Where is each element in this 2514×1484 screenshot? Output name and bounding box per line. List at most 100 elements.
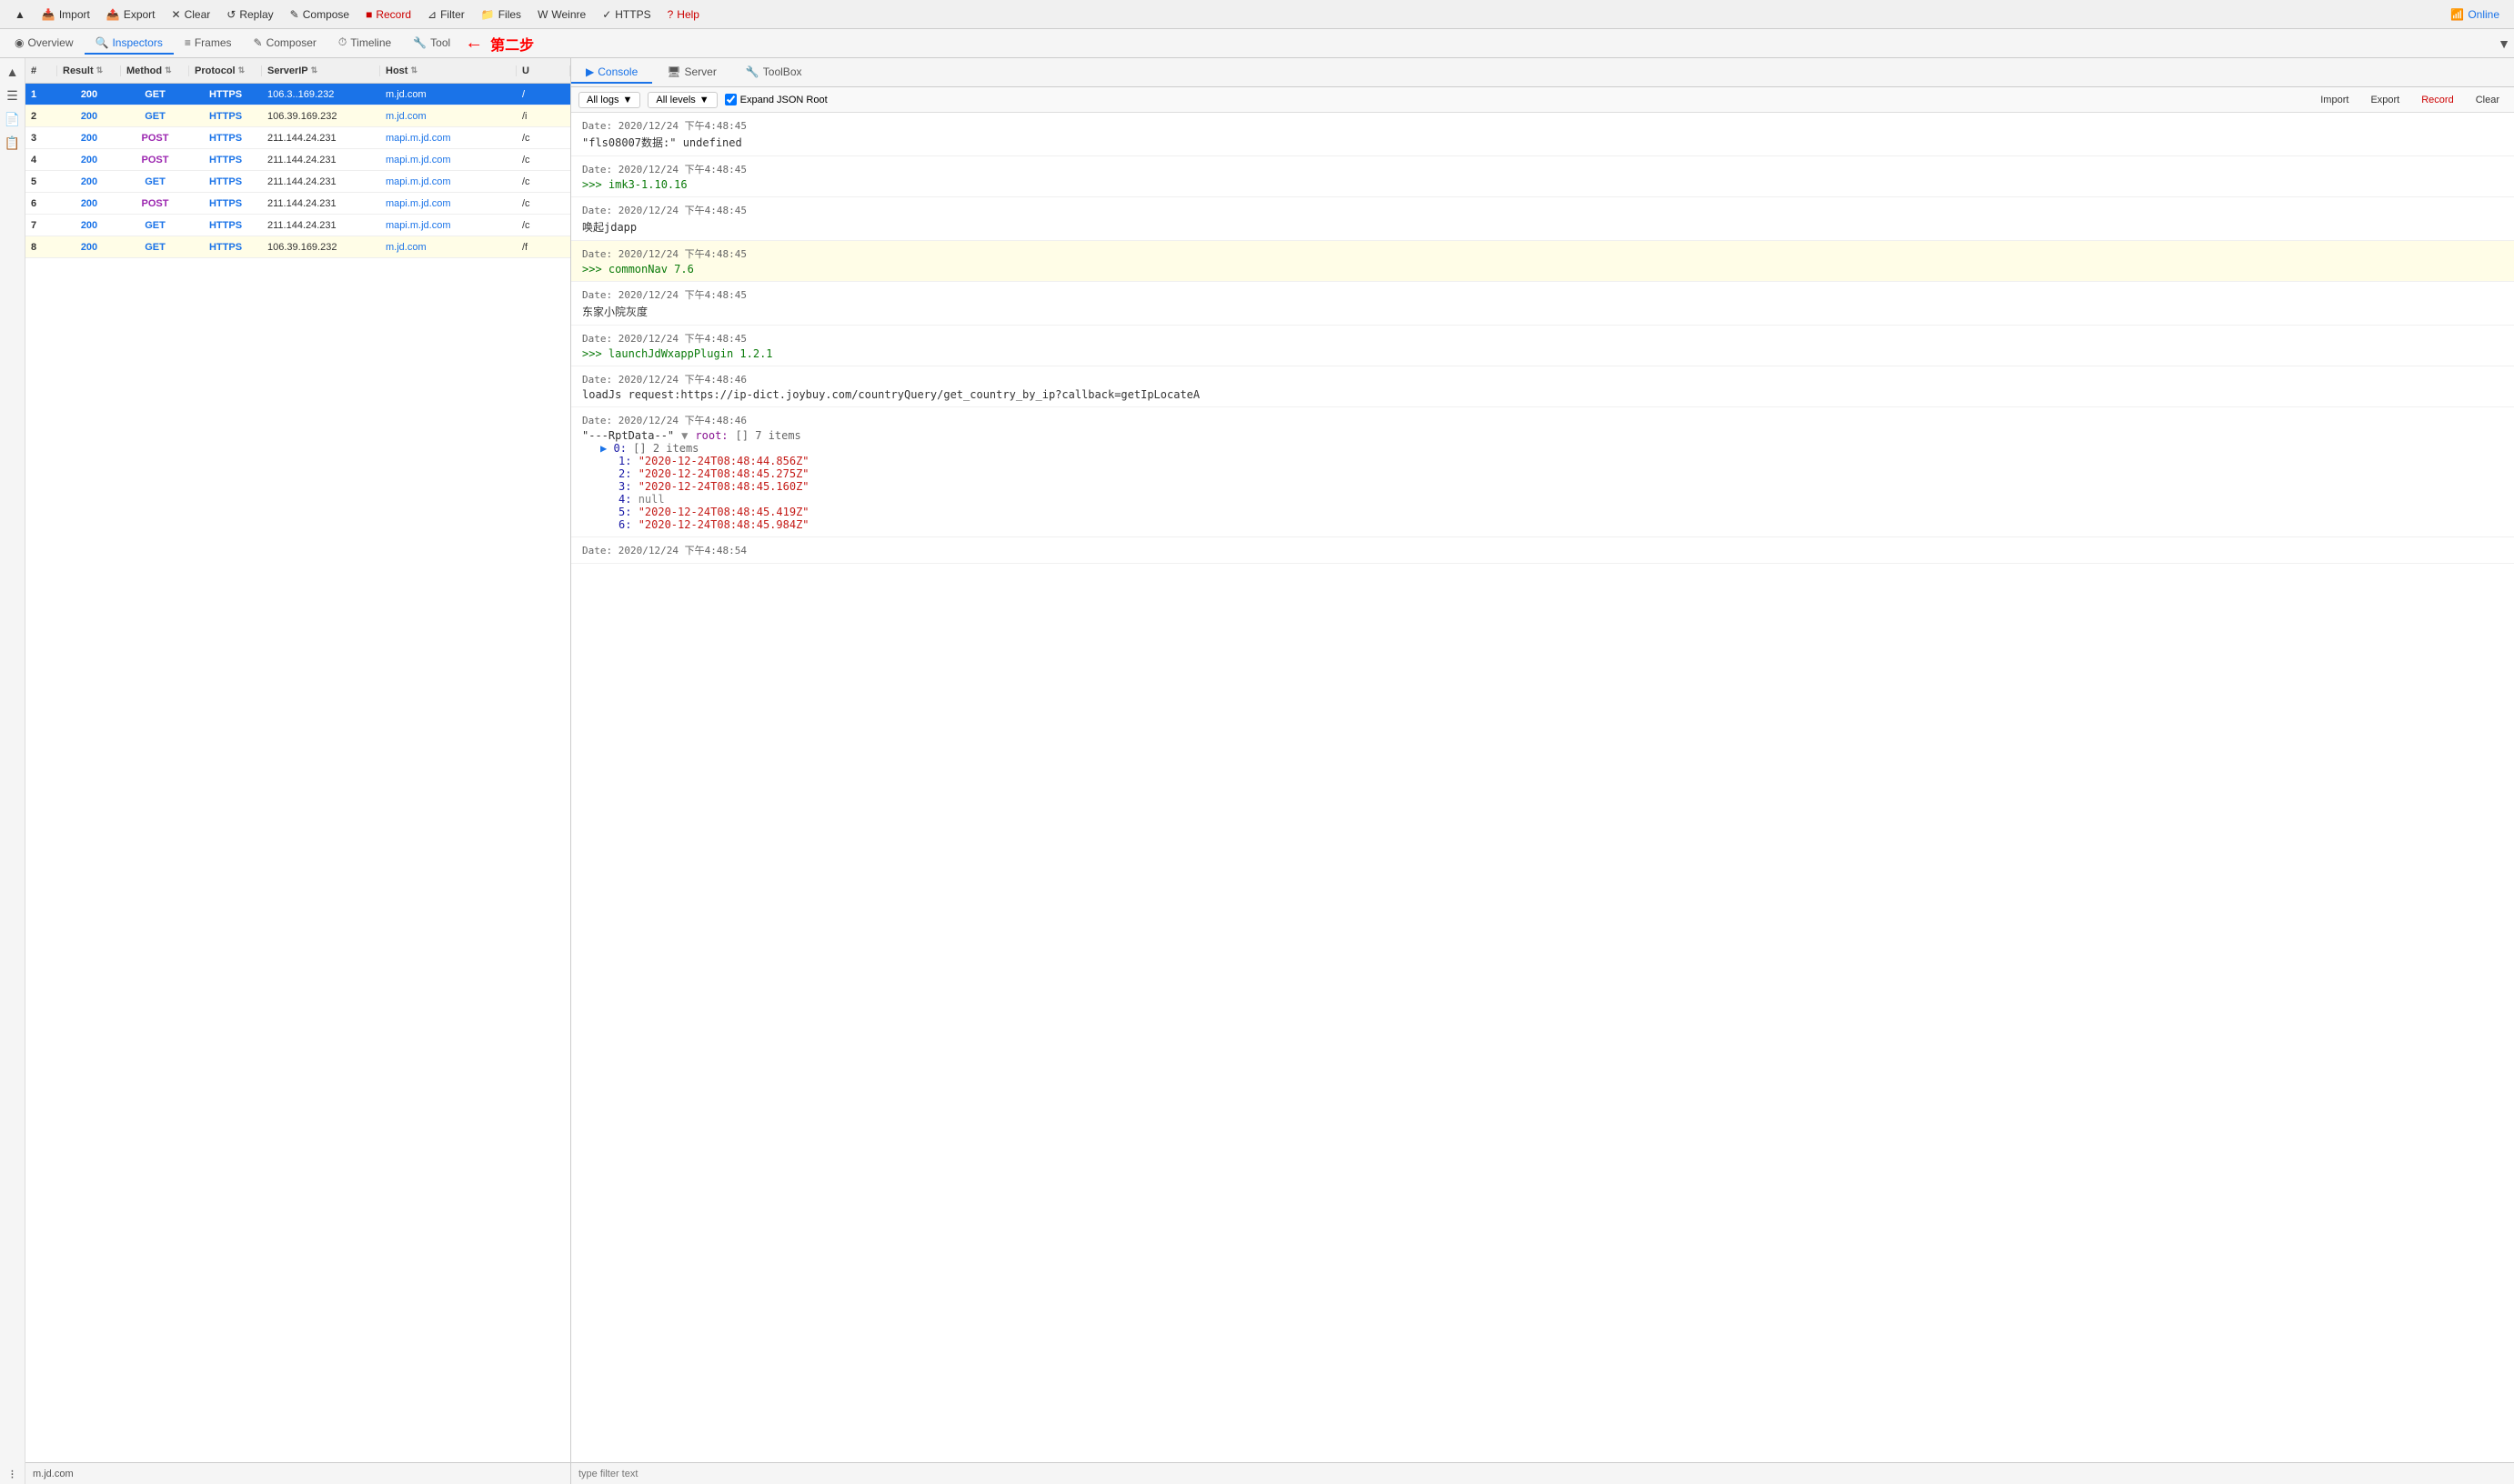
- online-button[interactable]: 📶 Online: [2443, 5, 2507, 24]
- log-entry-3: Date: 2020/12/24 下午4:48:45 唤起jdapp: [571, 197, 2514, 241]
- tab-frames[interactable]: ≡ Frames: [174, 33, 243, 55]
- log-content-5: 东家小院灰度: [582, 304, 2503, 319]
- log-level-filter[interactable]: All logs ▼: [578, 92, 640, 108]
- red-arrow-icon: ←: [465, 33, 483, 54]
- cell-host: mapi.m.jd.com: [380, 133, 517, 144]
- console-actions: Import Export Record Clear: [2313, 93, 2507, 107]
- cell-host: mapi.m.jd.com: [380, 220, 517, 231]
- table-row[interactable]: 6 200 POST HTTPS 211.144.24.231 mapi.m.j…: [25, 193, 570, 215]
- help-button[interactable]: ? Help: [660, 5, 707, 24]
- https-button[interactable]: ✓ HTTPS: [595, 5, 658, 24]
- sidebar-icon-list[interactable]: ☰: [3, 85, 23, 105]
- cell-method: POST: [121, 198, 189, 209]
- tab-overview[interactable]: ◉ Overview: [4, 33, 85, 55]
- log-date-5: Date: 2020/12/24 下午4:48:45: [582, 287, 2503, 302]
- record-button[interactable]: ■ Record: [358, 5, 418, 24]
- status-bar: m.jd.com: [25, 1462, 570, 1484]
- weinre-button[interactable]: W Weinre: [530, 5, 593, 24]
- log-date-2: Date: 2020/12/24 下午4:48:45: [582, 162, 2503, 176]
- cell-method: POST: [121, 155, 189, 165]
- log-entry-4: Date: 2020/12/24 下午4:48:45 >>> commonNav…: [571, 241, 2514, 282]
- log-content-3: 唤起jdapp: [582, 219, 2503, 235]
- table-row[interactable]: 3 200 POST HTTPS 211.144.24.231 mapi.m.j…: [25, 127, 570, 149]
- cell-serverip: 211.144.24.231: [262, 133, 380, 144]
- cell-serverip: 106.3..169.232: [262, 89, 380, 100]
- json-item-5: 5: "2020-12-24T08:48:45.419Z": [582, 506, 2503, 518]
- log-entry-1: Date: 2020/12/24 下午4:48:45 "fls08007数据:"…: [571, 113, 2514, 156]
- table-row[interactable]: 2 200 GET HTTPS 106.39.169.232 m.jd.com …: [25, 105, 570, 127]
- json-item-1: 1: "2020-12-24T08:48:44.856Z": [582, 455, 2503, 467]
- cell-result: 200: [57, 176, 121, 187]
- table-row[interactable]: 4 200 POST HTTPS 211.144.24.231 mapi.m.j…: [25, 149, 570, 171]
- compose-button[interactable]: ✎ Compose: [283, 5, 357, 24]
- sidebar-icon-doc[interactable]: 📋: [3, 133, 23, 153]
- log-date-6: Date: 2020/12/24 下午4:48:45: [582, 331, 2503, 346]
- col-header-result[interactable]: Result ⇅: [57, 65, 121, 76]
- help-icon: ?: [668, 8, 674, 21]
- console-export-button[interactable]: Export: [2363, 93, 2407, 107]
- col-header-serverip[interactable]: ServerIP ⇅: [262, 65, 380, 76]
- tab-timeline[interactable]: ⏱ Timeline: [327, 32, 402, 55]
- replay-button[interactable]: ↺ Replay: [219, 5, 280, 24]
- filter-input[interactable]: [578, 1469, 2507, 1479]
- cell-method: GET: [121, 111, 189, 122]
- filter-icon: ⊿: [427, 8, 437, 21]
- tab-server[interactable]: 🖥 Server: [652, 62, 731, 84]
- up-button[interactable]: ▲: [7, 5, 33, 24]
- col-header-protocol[interactable]: Protocol ⇅: [189, 65, 262, 76]
- col-header-num: #: [25, 65, 57, 76]
- console-import-button[interactable]: Import: [2313, 93, 2356, 107]
- tab-tool[interactable]: 🔧 Tool: [402, 33, 461, 55]
- console-clear-button[interactable]: Clear: [2469, 93, 2507, 107]
- tab-inspectors[interactable]: 🔍 Inspectors: [85, 33, 174, 55]
- col-header-method[interactable]: Method ⇅: [121, 65, 189, 76]
- json-item-4: 4: null: [582, 493, 2503, 506]
- import-button[interactable]: 📥 Import: [35, 5, 97, 24]
- filter-button[interactable]: ⊿ Filter: [420, 5, 472, 24]
- log-date-7: Date: 2020/12/24 下午4:48:46: [582, 372, 2503, 386]
- level-filter[interactable]: All levels ▼: [648, 92, 717, 108]
- log-entry-7: Date: 2020/12/24 下午4:48:46 loadJs reques…: [571, 366, 2514, 407]
- log-date-last: Date: 2020/12/24 下午4:48:54: [582, 543, 2503, 557]
- tab-toolbox[interactable]: 🔧 ToolBox: [731, 62, 817, 84]
- cell-url: /c: [517, 176, 570, 187]
- cell-serverip: 106.39.169.232: [262, 242, 380, 253]
- console-icon: ▶: [586, 65, 594, 78]
- cell-host: mapi.m.jd.com: [380, 176, 517, 187]
- sidebar-icon-page[interactable]: 📄: [3, 109, 23, 129]
- cell-host: mapi.m.jd.com: [380, 198, 517, 209]
- tab-composer[interactable]: ✎ Composer: [243, 33, 327, 55]
- files-button[interactable]: 📁 Files: [474, 5, 528, 24]
- inspector-tabs: ▶ Console 🖥 Server 🔧 ToolBox: [571, 58, 2514, 87]
- cell-method: POST: [121, 133, 189, 144]
- tab-console[interactable]: ▶ Console: [571, 62, 652, 84]
- up-icon: ▲: [15, 8, 25, 21]
- cell-serverip: 211.144.24.231: [262, 198, 380, 209]
- table-row[interactable]: 7 200 GET HTTPS 211.144.24.231 mapi.m.jd…: [25, 215, 570, 236]
- host-sort-icon: ⇅: [410, 65, 417, 75]
- frames-icon: ≡: [185, 36, 191, 49]
- toolbox-icon: 🔧: [746, 65, 759, 78]
- cell-num: 8: [25, 242, 57, 253]
- table-row[interactable]: 8 200 GET HTTPS 106.39.169.232 m.jd.com …: [25, 236, 570, 258]
- log-entry-last: Date: 2020/12/24 下午4:48:54: [571, 537, 2514, 564]
- console-log: Date: 2020/12/24 下午4:48:45 "fls08007数据:"…: [571, 113, 2514, 1462]
- expand-json-root-checkbox[interactable]: [725, 94, 737, 105]
- left-sidebar: ▲ ☰ 📄 📋 ⁝: [0, 58, 25, 1484]
- col-header-host[interactable]: Host ⇅: [380, 65, 517, 76]
- sidebar-icon-bottom[interactable]: ⁝: [3, 1464, 23, 1484]
- json-item-2: 2: "2020-12-24T08:48:45.275Z": [582, 467, 2503, 480]
- console-record-button[interactable]: Record: [2414, 93, 2460, 107]
- cell-url: /i: [517, 111, 570, 122]
- second-toolbar: ◉ Overview 🔍 Inspectors ≡ Frames ✎ Compo…: [0, 29, 2514, 58]
- table-row[interactable]: 1 200 GET HTTPS 106.3..169.232 m.jd.com …: [25, 84, 570, 105]
- method-sort-icon: ⇅: [165, 65, 172, 75]
- table-header: # Result ⇅ Method ⇅ Protocol ⇅ ServerIP …: [25, 58, 570, 84]
- clear-button[interactable]: ✕ Clear: [165, 5, 218, 24]
- sidebar-icon-up[interactable]: ▲: [3, 62, 23, 82]
- expand-json-root-label[interactable]: Expand JSON Root: [725, 94, 828, 105]
- cell-serverip: 211.144.24.231: [262, 220, 380, 231]
- cell-protocol: HTTPS: [189, 242, 262, 253]
- export-button[interactable]: 📤 Export: [99, 5, 163, 24]
- table-row[interactable]: 5 200 GET HTTPS 211.144.24.231 mapi.m.jd…: [25, 171, 570, 193]
